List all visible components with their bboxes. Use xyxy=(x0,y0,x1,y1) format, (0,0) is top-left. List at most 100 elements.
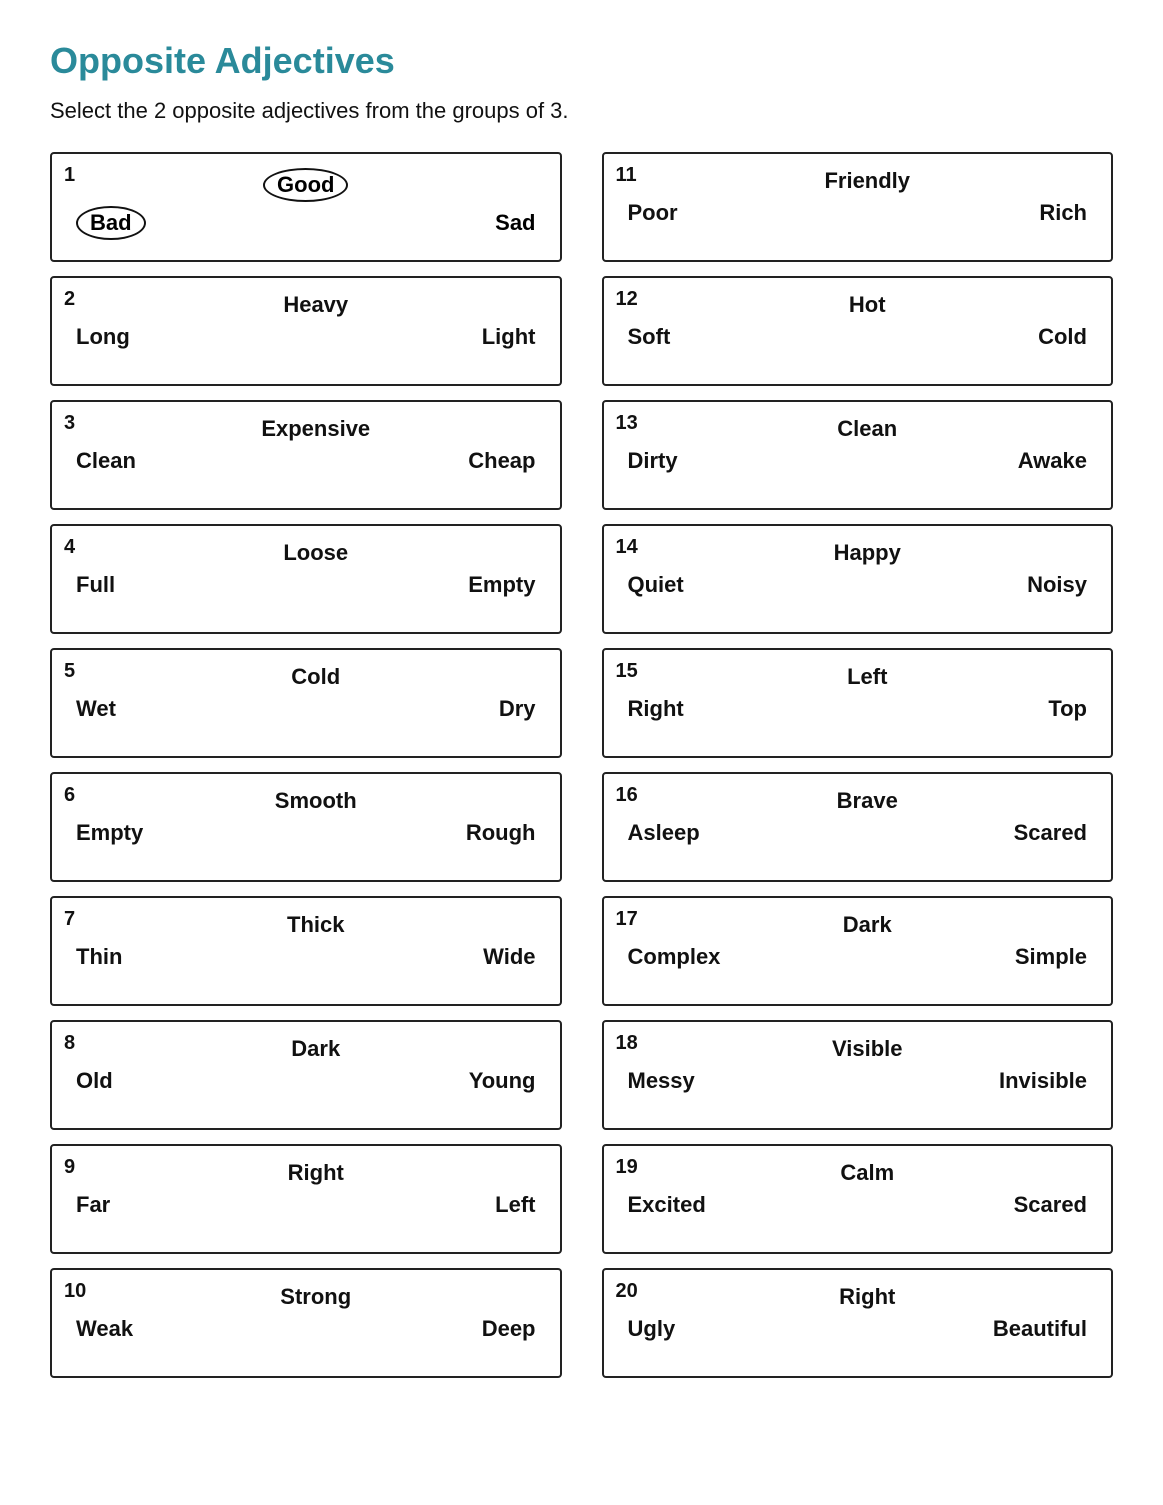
card-word-right: Cheap xyxy=(468,448,535,474)
card-word-top: Dark xyxy=(271,1036,340,1062)
card-word-top: Visible xyxy=(812,1036,903,1062)
adjective-card: 9 Right Far Left xyxy=(50,1144,562,1254)
card-word-right: Deep xyxy=(482,1316,536,1342)
card-word-right: Scared xyxy=(1014,1192,1087,1218)
card-word-right: Invisible xyxy=(999,1068,1087,1094)
adjective-card: 4 Loose Full Empty xyxy=(50,524,562,634)
card-word-top: Friendly xyxy=(804,168,910,194)
card-word-left: Empty xyxy=(76,820,143,846)
card-word-top: Clean xyxy=(817,416,897,442)
card-word-top: Smooth xyxy=(255,788,357,814)
adjective-card: 3ExpensiveCleanCheap xyxy=(50,400,562,510)
card-number: 15 xyxy=(616,660,638,683)
card-word-left: Dirty xyxy=(628,448,678,474)
card-number: 5 xyxy=(64,660,75,683)
card-number: 7 xyxy=(64,908,75,931)
card-word-right: Rough xyxy=(466,820,536,846)
card-number: 6 xyxy=(64,784,75,807)
card-number: 19 xyxy=(616,1156,638,1179)
card-word-right: Wide xyxy=(483,944,535,970)
adjective-card: 2 Heavy Long Light xyxy=(50,276,562,386)
card-word-top: Thick xyxy=(267,912,344,938)
card-word-right: Scared xyxy=(1014,820,1087,846)
card-word-right: Empty xyxy=(468,572,535,598)
card-word-left: Asleep xyxy=(628,820,700,846)
adjective-card: 6 Smooth Empty Rough xyxy=(50,772,562,882)
card-word-right: Top xyxy=(1048,696,1087,722)
card-word-top: Left xyxy=(827,664,887,690)
card-number: 13 xyxy=(616,412,638,435)
card-word-top: Right xyxy=(819,1284,895,1310)
adjective-card: 12HotSoftCold xyxy=(602,276,1114,386)
card-word-left: Right xyxy=(628,696,684,722)
card-word-top: Expensive xyxy=(241,416,370,442)
card-word-right: Beautiful xyxy=(993,1316,1087,1342)
card-word-left: Old xyxy=(76,1068,113,1094)
card-number: 2 xyxy=(64,288,75,311)
card-word-top: Good xyxy=(263,168,348,202)
card-word-left: Far xyxy=(76,1192,110,1218)
card-number: 4 xyxy=(64,536,75,559)
adjective-card: 18 Visible Messy Invisible xyxy=(602,1020,1114,1130)
adjective-card: 17 Dark Complex Simple xyxy=(602,896,1114,1006)
card-word-right: Awake xyxy=(1018,448,1087,474)
card-number: 20 xyxy=(616,1280,638,1303)
card-word-left: Poor xyxy=(628,200,678,226)
adjective-card: 5 Cold Wet Dry xyxy=(50,648,562,758)
card-word-left: Long xyxy=(76,324,130,350)
card-word-left: Thin xyxy=(76,944,122,970)
card-number: 17 xyxy=(616,908,638,931)
card-word-top: Calm xyxy=(820,1160,894,1186)
adjective-card: 1 Good Bad Sad xyxy=(50,152,562,262)
card-number: 11 xyxy=(616,164,637,187)
card-word-left: Bad xyxy=(76,206,146,240)
card-word-top: Brave xyxy=(817,788,898,814)
card-word-top: Cold xyxy=(271,664,340,690)
card-word-left: Messy xyxy=(628,1068,695,1094)
adjective-card: 20RightUglyBeautiful xyxy=(602,1268,1114,1378)
card-word-right: Dry xyxy=(499,696,536,722)
card-word-left: Wet xyxy=(76,696,116,722)
card-word-top: Strong xyxy=(260,1284,351,1310)
adjective-card: 8 Dark Old Young xyxy=(50,1020,562,1130)
card-word-right: Simple xyxy=(1015,944,1087,970)
card-word-right: Light xyxy=(482,324,536,350)
page-title: Opposite Adjectives xyxy=(50,40,1113,82)
cards-grid: 1 Good Bad Sad 11 Friendly Poor Rich 2 Heavy Long L… xyxy=(50,152,1113,1378)
adjective-card: 15 Left Right Top xyxy=(602,648,1114,758)
card-word-top: Hot xyxy=(829,292,886,318)
card-number: 10 xyxy=(64,1280,86,1303)
card-word-left: Complex xyxy=(628,944,721,970)
adjective-card: 19 Calm Excited Scared xyxy=(602,1144,1114,1254)
card-number: 12 xyxy=(616,288,638,311)
adjective-card: 16 Brave Asleep Scared xyxy=(602,772,1114,882)
adjective-card: 11 Friendly Poor Rich xyxy=(602,152,1114,262)
card-word-left: Excited xyxy=(628,1192,706,1218)
card-number: 1 xyxy=(64,164,75,187)
card-word-top: Heavy xyxy=(263,292,348,318)
adjective-card: 10 Strong Weak Deep xyxy=(50,1268,562,1378)
card-word-top: Happy xyxy=(814,540,901,566)
card-word-right: Sad xyxy=(495,210,535,236)
card-word-left: Weak xyxy=(76,1316,133,1342)
card-number: 9 xyxy=(64,1156,75,1179)
card-word-left: Soft xyxy=(628,324,671,350)
card-word-top: Loose xyxy=(263,540,348,566)
card-word-top: Right xyxy=(268,1160,344,1186)
card-number: 3 xyxy=(64,412,75,435)
card-number: 18 xyxy=(616,1032,638,1055)
card-word-top: Dark xyxy=(823,912,892,938)
subtitle: Select the 2 opposite adjectives from th… xyxy=(50,98,1113,124)
adjective-card: 7 Thick Thin Wide xyxy=(50,896,562,1006)
card-number: 16 xyxy=(616,784,638,807)
card-number: 8 xyxy=(64,1032,75,1055)
card-word-right: Noisy xyxy=(1027,572,1087,598)
card-word-left: Quiet xyxy=(628,572,684,598)
adjective-card: 14 Happy Quiet Noisy xyxy=(602,524,1114,634)
adjective-card: 13 Clean Dirty Awake xyxy=(602,400,1114,510)
card-word-left: Full xyxy=(76,572,115,598)
card-word-right: Young xyxy=(469,1068,536,1094)
card-word-right: Left xyxy=(495,1192,535,1218)
card-number: 14 xyxy=(616,536,638,559)
card-word-right: Rich xyxy=(1039,200,1087,226)
